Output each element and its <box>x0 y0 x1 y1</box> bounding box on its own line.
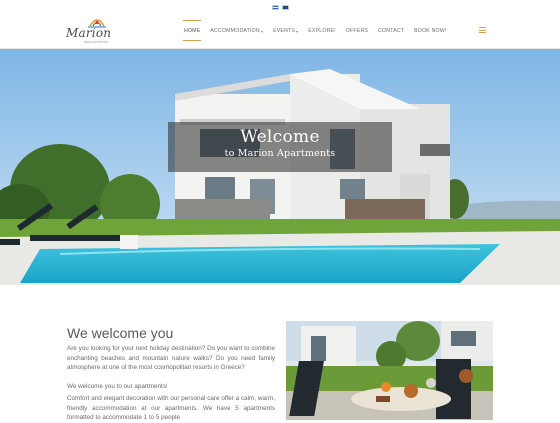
nav-explore[interactable]: EXPLORE! <box>308 28 336 34</box>
nav-contact-label: CONTACT <box>378 28 405 34</box>
intro-paragraph: Comfort and elegant decoration with our … <box>67 395 275 421</box>
intro-paragraph: Are you looking for your next holiday de… <box>67 345 275 371</box>
chevron-down-icon: ▾ <box>260 28 264 34</box>
patio-photo <box>286 321 493 420</box>
hero-subtitle: to Marion Apartments <box>224 148 336 159</box>
section-heading: We welcome you <box>67 325 174 341</box>
nav-explore-label: EXPLORE! <box>308 28 336 34</box>
logo-text: Marion <box>66 26 112 40</box>
hamburger-menu-icon[interactable] <box>479 27 486 33</box>
hero-banner: Welcome to Marion Apartments <box>0 49 560 285</box>
nav-offers[interactable]: OFFERS <box>346 28 368 34</box>
nav-events-label: EVENTS <box>273 28 296 34</box>
uk-flag-icon[interactable] <box>281 4 289 10</box>
nav-book-now-label: BOOK NOW! <box>414 28 447 34</box>
site-header: Marion apartments HOME ACCOMMODATION ▾ E… <box>0 14 560 49</box>
nav-home[interactable]: HOME <box>182 20 202 41</box>
nav-book-now[interactable]: BOOK NOW! <box>414 28 446 34</box>
greek-flag-icon[interactable] <box>271 4 279 10</box>
hero-title: Welcome <box>240 127 320 147</box>
nav-accommodation-label: ACCOMMODATION <box>210 28 260 34</box>
intro-section: We welcome you Are you looking for your … <box>0 285 560 421</box>
main-nav: HOME ACCOMMODATION ▾ EVENTS ▾ EXPLORE! O… <box>182 14 457 48</box>
logo-subtext: apartments <box>84 40 109 44</box>
intro-paragraph: We welcome you to our apartments! <box>67 383 168 390</box>
nav-contact[interactable]: CONTACT <box>378 28 404 34</box>
nav-events[interactable]: EVENTS ▾ <box>273 28 298 34</box>
chevron-down-icon: ▾ <box>296 28 299 34</box>
nav-accommodation[interactable]: ACCOMMODATION ▾ <box>210 28 263 34</box>
site-logo[interactable]: Marion apartments <box>66 16 122 46</box>
nav-home-label: HOME <box>184 28 201 34</box>
welcome-overlay: Welcome to Marion Apartments <box>168 122 392 172</box>
language-bar <box>0 0 560 14</box>
nav-offers-label: OFFERS <box>345 28 369 34</box>
